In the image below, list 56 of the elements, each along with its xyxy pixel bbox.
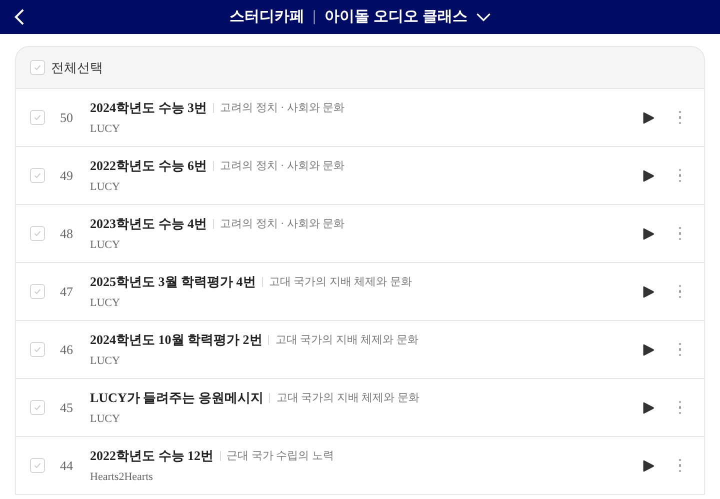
track-number: 44 xyxy=(60,456,74,475)
play-icon xyxy=(642,458,654,472)
track-number: 48 xyxy=(60,224,74,243)
play-icon xyxy=(642,400,654,414)
check-icon xyxy=(33,345,42,354)
page-title-dropdown[interactable]: 아이돌 오디오 클래스 xyxy=(324,6,491,28)
artist-name: LUCY xyxy=(90,412,121,426)
track-number: 49 xyxy=(60,166,74,185)
track-topic: 고려의 정치 · 사회와 문화 xyxy=(220,216,345,232)
track-number: 47 xyxy=(60,282,74,301)
artist-name: LUCY xyxy=(90,238,121,252)
track-checkbox[interactable] xyxy=(30,400,45,415)
check-icon xyxy=(33,63,42,72)
artist-name: LUCY xyxy=(90,296,121,310)
check-icon xyxy=(33,287,42,296)
check-icon xyxy=(33,403,42,412)
play-icon xyxy=(642,110,654,124)
track-title[interactable]: 2024학년도 수능 3번 xyxy=(90,98,207,118)
select-all-checkbox[interactable] xyxy=(30,60,45,75)
play-icon xyxy=(642,226,654,240)
track-topic: 고려의 정치 · 사회와 문화 xyxy=(220,100,345,116)
category-title: 스터디카페 xyxy=(229,6,304,27)
play-icon xyxy=(642,342,654,356)
track-title[interactable]: 2022학년도 수능 6번 xyxy=(90,156,207,176)
select-all-label: 전체선택 xyxy=(51,58,103,77)
track-number: 46 xyxy=(60,340,74,359)
track-topic: 고대 국가의 지배 체제와 문화 xyxy=(275,332,418,348)
track-title[interactable]: LUCY가 들려주는 응원메시지 xyxy=(90,388,264,408)
track-number: 45 xyxy=(60,398,74,417)
track-checkbox[interactable] xyxy=(30,284,45,299)
track-checkbox[interactable] xyxy=(30,168,45,183)
play-icon xyxy=(642,284,654,298)
track-title[interactable]: 2025학년도 3월 학력평가 4번 xyxy=(90,272,256,292)
track-checkbox[interactable] xyxy=(30,110,45,125)
check-icon xyxy=(33,229,42,238)
track-title[interactable]: 2024학년도 10월 학력평가 2번 xyxy=(90,330,262,350)
track-topic: 고대 국가의 지배 체제와 문화 xyxy=(276,390,420,406)
track-title[interactable]: 2023학년도 수능 4번 xyxy=(90,214,207,234)
track-checkbox[interactable] xyxy=(30,226,45,241)
play-icon xyxy=(642,168,654,182)
artist-name: LUCY xyxy=(90,122,121,136)
track-topic: 근대 국가 수립의 노력 xyxy=(226,448,334,464)
check-icon xyxy=(33,461,42,470)
artist-name: Hearts2Hearts xyxy=(90,470,154,484)
track-checkbox[interactable] xyxy=(30,458,45,473)
check-icon xyxy=(33,171,42,180)
artist-name: LUCY xyxy=(90,354,121,368)
track-topic: 고대 국가의 지배 체제와 문화 xyxy=(268,274,412,290)
track-checkbox[interactable] xyxy=(30,342,45,357)
check-icon xyxy=(33,113,42,122)
track-number: 50 xyxy=(60,108,74,127)
track-title[interactable]: 2022학년도 수능 12번 xyxy=(90,446,214,466)
chevron-down-icon xyxy=(476,12,491,22)
title-separator: | xyxy=(312,6,316,27)
track-topic: 고려의 정치 · 사회와 문화 xyxy=(220,158,345,174)
artist-name: LUCY xyxy=(90,180,121,194)
